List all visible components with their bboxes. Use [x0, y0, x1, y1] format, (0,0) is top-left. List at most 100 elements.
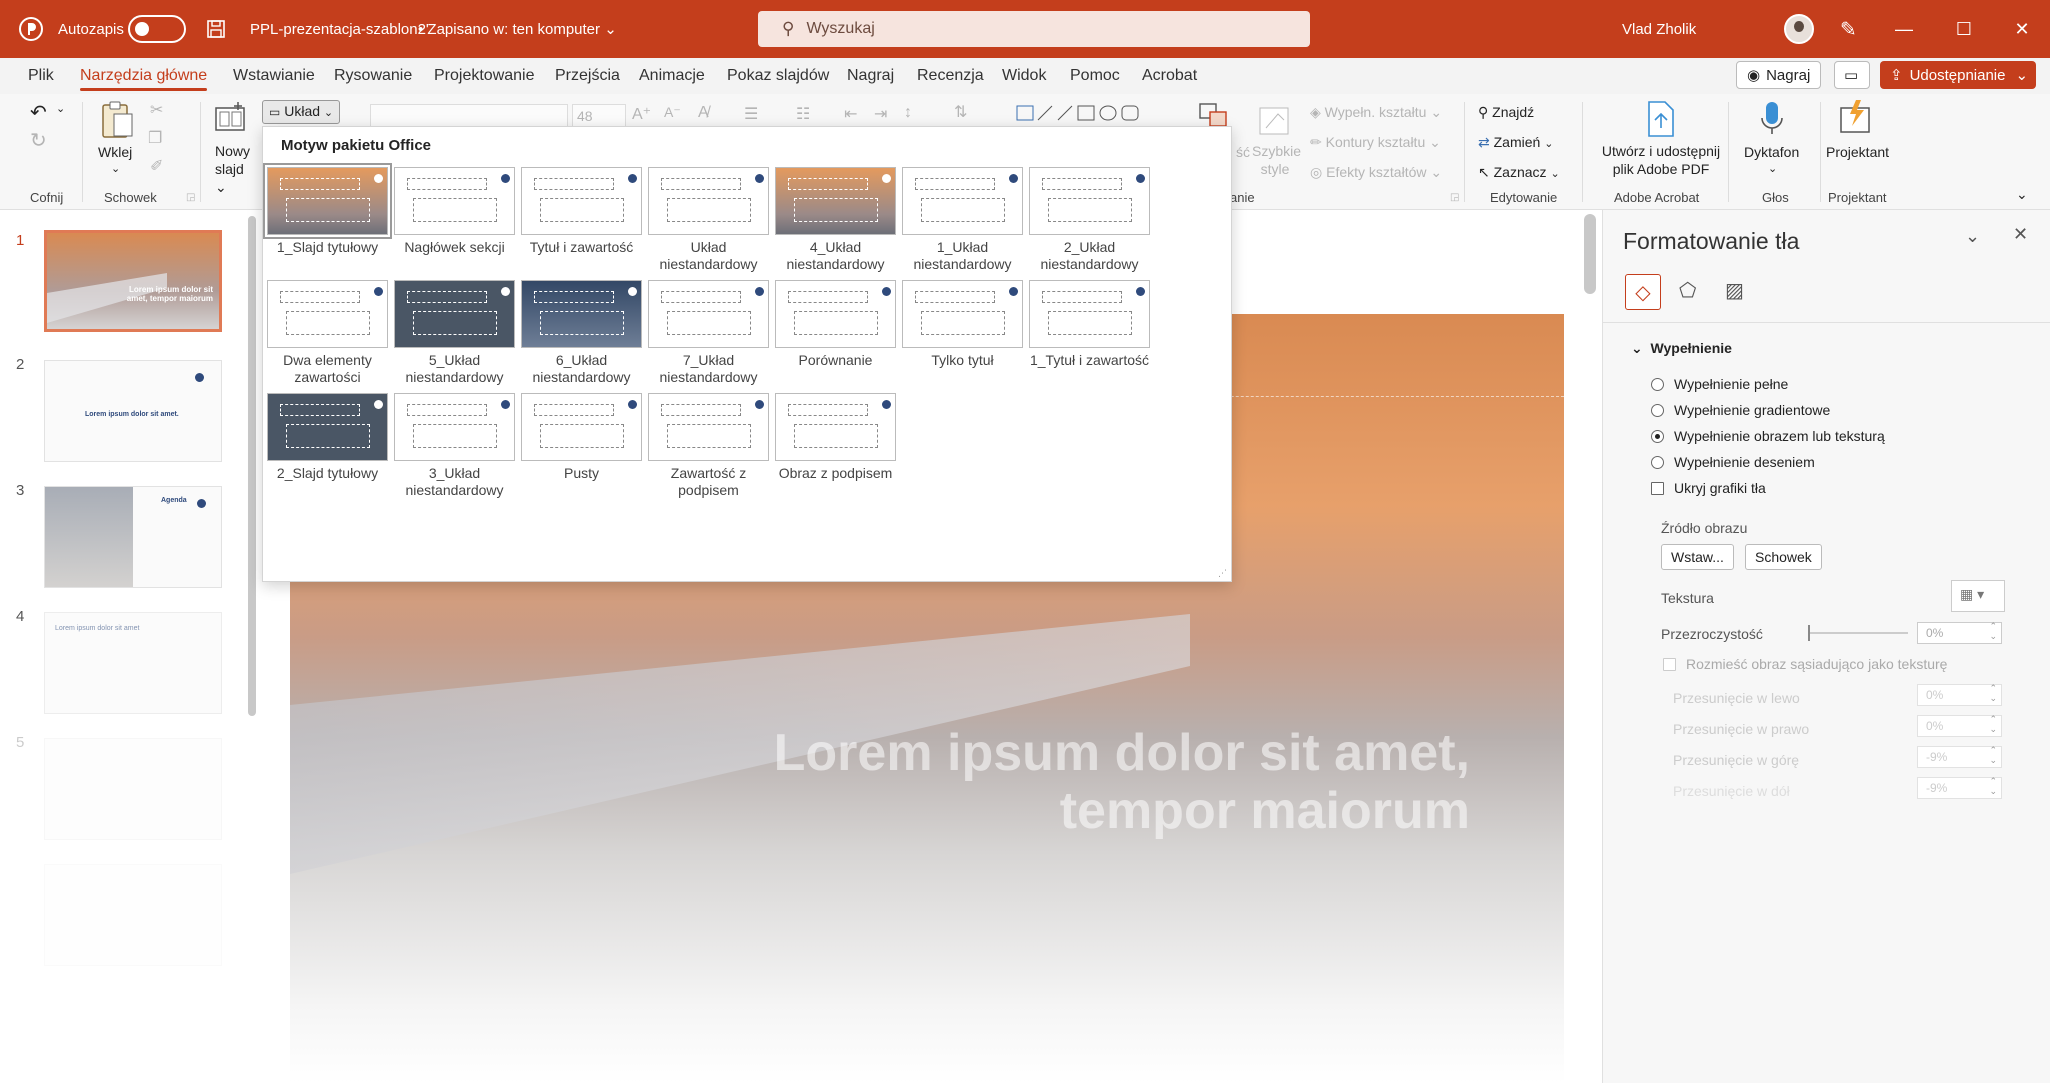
layout-option[interactable]: Nagłówek sekcji: [394, 167, 515, 256]
chevron-down-icon[interactable]: ⌄: [111, 162, 120, 175]
layout-option[interactable]: 1_Układ niestandardowy: [902, 167, 1023, 273]
avatar[interactable]: [1784, 0, 1814, 58]
format-painter-icon[interactable]: ✐: [150, 156, 163, 176]
transparency-slider[interactable]: [1808, 632, 1908, 634]
redo-icon[interactable]: ↻: [30, 128, 47, 153]
autosave-toggle[interactable]: [128, 0, 186, 58]
cut-icon[interactable]: ✂: [150, 100, 163, 120]
replace-button[interactable]: ⇄ Zamień ⌄: [1478, 134, 1553, 151]
dialog-launcher-icon[interactable]: ◲: [186, 192, 195, 203]
solid-fill-radio[interactable]: Wypełnienie pełne: [1651, 376, 1788, 392]
transparency-spinner[interactable]: 0%: [1917, 621, 2002, 644]
tab-design[interactable]: Projektowanie: [434, 58, 535, 94]
canvas-scrollbar[interactable]: [1584, 214, 1596, 294]
slide-thumbnail-3[interactable]: Agenda: [44, 486, 222, 588]
quick-styles-button[interactable]: Szybkie style: [1252, 142, 1301, 178]
decrease-indent-icon[interactable]: ⇤: [844, 104, 857, 124]
tab-acrobat[interactable]: Acrobat: [1142, 58, 1197, 94]
chevron-down-icon[interactable]: ⌄: [1768, 162, 1777, 175]
shape-fill-button[interactable]: ◈ Wypełn. kształtu ⌄: [1310, 104, 1442, 121]
increase-indent-icon[interactable]: ⇥: [874, 104, 887, 124]
layout-option[interactable]: 6_Układ niestandardowy: [521, 280, 642, 386]
shape-effects-button[interactable]: ◎ Efekty kształtów ⌄: [1310, 164, 1442, 181]
insert-image-button[interactable]: Wstaw...: [1661, 544, 1734, 570]
tab-animations[interactable]: Animacje: [639, 58, 705, 94]
slide-thumbnail-6[interactable]: [44, 864, 222, 966]
document-title[interactable]: PPL-prezentacja-szablon2': [250, 0, 429, 58]
tab-record[interactable]: Nagraj: [847, 58, 894, 94]
picture-icon[interactable]: ▨: [1725, 278, 1744, 303]
save-status[interactable]: • Zapisano w: ten komputer ⌄: [418, 0, 617, 58]
maximize-button[interactable]: ☐: [1934, 0, 1994, 58]
resize-grip-icon[interactable]: ⋰: [1218, 568, 1227, 579]
texture-picker[interactable]: ▦ ▾: [1951, 580, 2005, 612]
pdf-icon[interactable]: [1646, 100, 1676, 141]
chevron-down-icon[interactable]: ⌄: [1965, 226, 1980, 247]
create-pdf-button[interactable]: Utwórz i udostępnij plik Adobe PDF: [1598, 142, 1724, 178]
layout-option[interactable]: 7_Układ niestandardowy: [648, 280, 769, 386]
pen-icon[interactable]: ✎: [1840, 0, 1857, 58]
designer-button[interactable]: Projektant: [1826, 144, 1889, 160]
layout-option[interactable]: Porównanie: [775, 280, 896, 369]
save-icon[interactable]: [206, 0, 226, 58]
slide-thumbnail-4[interactable]: Lorem ipsum dolor sit amet: [44, 612, 222, 714]
layout-option[interactable]: 4_Układ niestandardowy: [775, 167, 896, 273]
arrange-label-tail[interactable]: ść: [1236, 144, 1250, 160]
picture-fill-radio[interactable]: Wypełnienie obrazem lub teksturą: [1651, 428, 1885, 444]
collapse-ribbon-icon[interactable]: ⌄: [2016, 186, 2028, 203]
layout-option[interactable]: Dwa elementy zawartości: [267, 280, 388, 386]
font-size-box[interactable]: 48: [572, 104, 626, 128]
close-icon[interactable]: ✕: [2013, 224, 2028, 245]
layout-option[interactable]: 1_Slajd tytułowy: [263, 163, 392, 256]
tab-view[interactable]: Widok: [1002, 58, 1046, 94]
line-spacing-icon[interactable]: ↕: [904, 104, 912, 122]
clipboard-icon[interactable]: [100, 100, 134, 143]
slide-thumbnail-1[interactable]: Lorem ipsum dolor sit amet, tempor maior…: [44, 230, 222, 332]
decrease-font-icon[interactable]: A⁻: [664, 104, 681, 121]
fill-section-header[interactable]: ⌄ Wypełnienie: [1631, 340, 1732, 357]
bullets-icon[interactable]: ☰: [744, 104, 758, 124]
layout-option[interactable]: Tylko tytuł: [902, 280, 1023, 369]
tab-slideshow[interactable]: Pokaz slajdów: [727, 58, 829, 94]
paste-button[interactable]: Wklej: [98, 144, 132, 160]
increase-font-icon[interactable]: A⁺: [632, 104, 651, 124]
font-name-box[interactable]: [370, 104, 568, 128]
clear-format-icon[interactable]: A̸: [698, 104, 709, 122]
numbering-icon[interactable]: ☷: [796, 104, 810, 124]
dialog-launcher-icon[interactable]: ◲: [1450, 192, 1459, 203]
user-name[interactable]: Vlad Zholik: [1622, 0, 1696, 58]
tab-file[interactable]: Plik: [28, 58, 54, 94]
record-button[interactable]: ◉ Nagraj: [1736, 61, 1822, 89]
tile-checkbox[interactable]: Rozmieść obraz sąsiadująco jako teksturę: [1663, 656, 1947, 672]
search-box[interactable]: ⚲ Wyszukaj: [758, 11, 1310, 47]
copy-icon[interactable]: ❐: [148, 128, 162, 148]
slide-thumbnail-2[interactable]: Lorem ipsum dolor sit amet.: [44, 360, 222, 462]
tab-help[interactable]: Pomoc: [1070, 58, 1120, 94]
offset-top-spinner[interactable]: -9%: [1917, 745, 2002, 768]
offset-right-spinner[interactable]: 0%: [1917, 714, 2002, 737]
thumbnails-scrollbar[interactable]: [248, 216, 256, 716]
minimize-button[interactable]: —: [1874, 0, 1934, 58]
effects-icon[interactable]: ⬠: [1679, 278, 1696, 303]
dictate-button[interactable]: Dyktafon: [1744, 144, 1799, 160]
layout-option[interactable]: 2_Układ niestandardowy: [1029, 167, 1150, 273]
layout-option[interactable]: 5_Układ niestandardowy: [394, 280, 515, 386]
slide-title[interactable]: Lorem ipsum dolor sit amet, tempor maior…: [770, 724, 1470, 840]
tab-review[interactable]: Recenzja: [917, 58, 984, 94]
hide-graphics-checkbox[interactable]: Ukryj grafiki tła: [1651, 480, 1766, 496]
gradient-fill-radio[interactable]: Wypełnienie gradientowe: [1651, 402, 1830, 418]
find-button[interactable]: ⚲ Znajdź: [1478, 104, 1534, 121]
shapes-gallery[interactable]: [1016, 102, 1146, 124]
share-button[interactable]: ⇪ Udostępnianie ⌄: [1880, 61, 2036, 89]
layout-option[interactable]: 3_Układ niestandardowy: [394, 393, 515, 499]
clipboard-button[interactable]: Schowek: [1745, 544, 1822, 570]
comments-button[interactable]: ▭: [1834, 61, 1870, 89]
tab-draw[interactable]: Rysowanie: [334, 58, 412, 94]
fill-icon[interactable]: ◇: [1625, 274, 1661, 310]
new-slide-button[interactable]: Nowy slajd ⌄: [215, 142, 251, 196]
slider-thumb[interactable]: [1808, 625, 1810, 641]
close-button[interactable]: ✕: [1992, 0, 2050, 58]
layout-option[interactable]: Układ niestandardowy: [648, 167, 769, 273]
microphone-icon[interactable]: [1760, 100, 1784, 141]
layout-option[interactable]: Obraz z podpisem: [775, 393, 896, 482]
